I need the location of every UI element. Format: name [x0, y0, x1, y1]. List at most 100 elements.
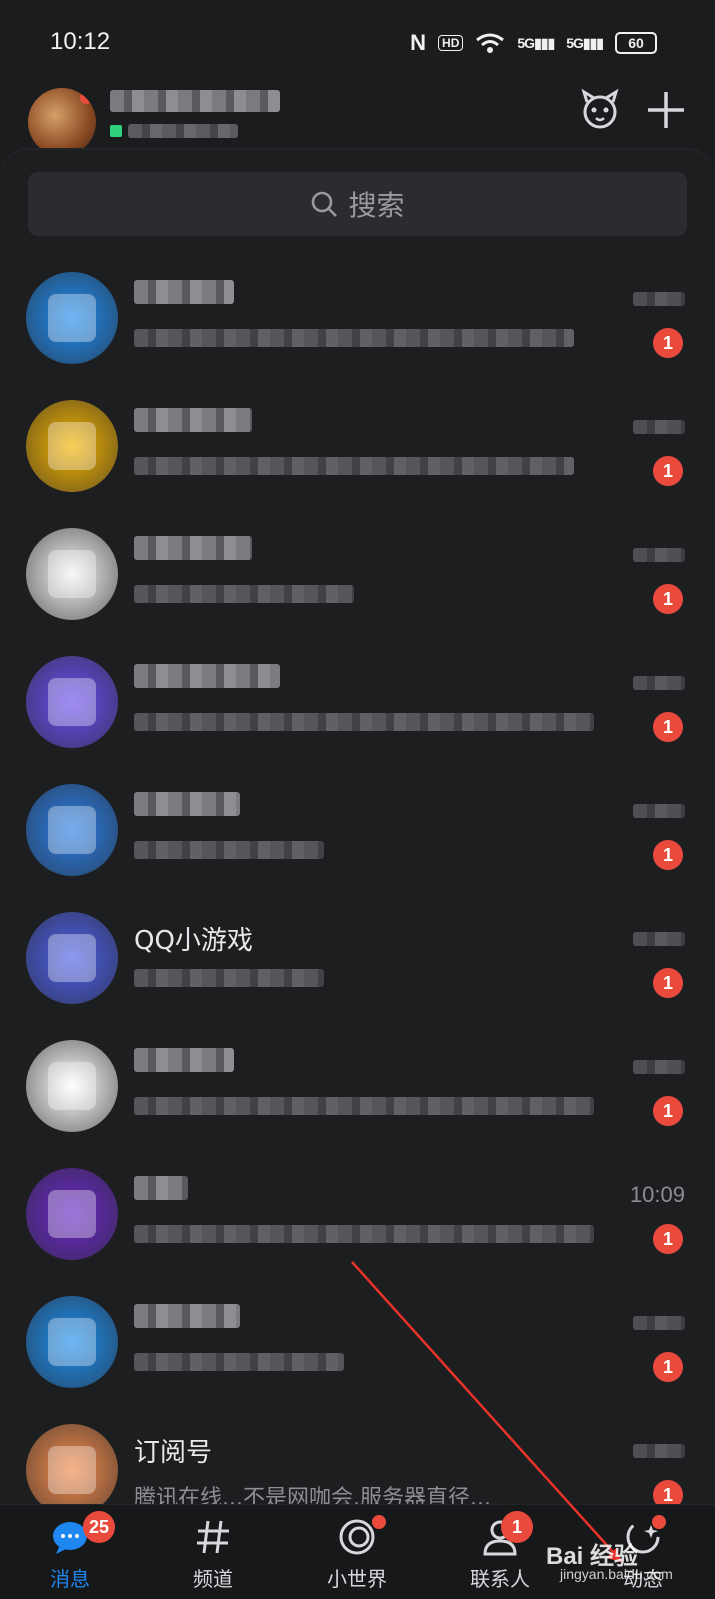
status-icons: N HD 5G▮▮▮ 5G▮▮▮ 60 — [410, 30, 657, 56]
tab-messages-badge: 25 — [83, 1511, 116, 1543]
chat-title — [134, 664, 280, 695]
status-bar: 10:12 N HD 5G▮▮▮ 5G▮▮▮ 60 — [0, 0, 715, 84]
chat-time: 10:09 — [629, 1182, 685, 1207]
tab-messages[interactable]: 25 消息 — [15, 1505, 125, 1599]
chat-avatar-emblem — [48, 1190, 96, 1238]
chat-row[interactable]: 1 — [0, 522, 715, 650]
tab-small-world-dot — [372, 1515, 386, 1529]
tab-contacts-badge: 1 — [501, 1511, 533, 1543]
chat-avatar[interactable] — [26, 400, 118, 492]
chat-row[interactable]: QQ小游戏 1 — [0, 906, 715, 1034]
hash-icon — [197, 1520, 229, 1554]
tab-messages-label: 消息 — [50, 1567, 90, 1591]
chat-avatar[interactable] — [26, 656, 118, 748]
chat-title — [134, 280, 234, 311]
chat-time — [633, 1054, 685, 1080]
search-icon — [312, 191, 338, 217]
chat-avatar-emblem — [48, 934, 96, 982]
unread-badge: 1 — [653, 1096, 683, 1126]
online-status-icon — [110, 125, 122, 137]
chat-avatar-emblem — [48, 422, 96, 470]
chat-title — [134, 536, 252, 567]
status-time: 10:12 — [50, 28, 111, 55]
chat-time — [633, 798, 685, 824]
search-placeholder: 搜索 — [348, 189, 405, 222]
chat-title — [134, 1048, 234, 1079]
profile-name[interactable] — [110, 90, 290, 120]
unread-badge: 1 — [653, 328, 683, 358]
chat-title: QQ小游戏 — [134, 926, 253, 956]
tab-channels[interactable]: 频道 — [158, 1505, 268, 1599]
chat-avatar-emblem — [48, 678, 96, 726]
chat-avatar[interactable] — [26, 784, 118, 876]
chat-time — [633, 670, 685, 696]
chat-time — [633, 542, 685, 568]
pet-face-icon[interactable] — [578, 88, 622, 132]
chat-avatar[interactable] — [26, 1424, 118, 1516]
chat-row[interactable]: 1 — [0, 1290, 715, 1418]
header — [0, 84, 715, 156]
chat-avatar[interactable] — [26, 272, 118, 364]
chat-list: 1 1 1 1 1 QQ小游戏 1 1 10:09 1 1 订阅号 腾讯在线...不是网咖会.服务器直径… — [0, 266, 715, 1546]
chat-time — [633, 1310, 685, 1336]
chat-avatar[interactable] — [26, 1296, 118, 1388]
chat-time — [633, 414, 685, 440]
chat-preview — [134, 712, 594, 737]
chat-row[interactable]: 1 — [0, 266, 715, 394]
tab-small-world[interactable]: 小世界 — [302, 1505, 412, 1599]
chat-time — [633, 926, 685, 952]
chat-row[interactable]: 1 — [0, 1034, 715, 1162]
chat-row[interactable]: 10:09 1 — [0, 1162, 715, 1290]
chat-preview — [134, 968, 324, 993]
chat-preview — [134, 1352, 344, 1377]
chat-avatar[interactable] — [26, 528, 118, 620]
search-bar[interactable]: 搜索 — [28, 172, 687, 236]
signal-icon-2: 5G▮▮▮ — [566, 34, 604, 51]
chat-row[interactable]: 1 — [0, 394, 715, 522]
chat-avatar-emblem — [48, 1062, 96, 1110]
tab-contacts-label: 联系人 — [470, 1567, 530, 1591]
hd-icon: HD — [438, 35, 464, 51]
unread-badge: 1 — [653, 584, 683, 614]
chat-time — [633, 286, 685, 312]
chat-avatar-emblem — [48, 1318, 96, 1366]
wifi-icon — [476, 33, 505, 53]
chat-avatar[interactable] — [26, 912, 118, 1004]
circle-world-icon — [339, 1519, 375, 1555]
chat-avatar[interactable] — [26, 1168, 118, 1260]
profile-status[interactable] — [110, 124, 238, 138]
signal-icon-1: 5G▮▮▮ — [517, 34, 555, 51]
unread-badge: 1 — [653, 1352, 683, 1382]
unread-badge: 1 — [653, 712, 683, 742]
chat-avatar-emblem — [48, 550, 96, 598]
tab-contacts[interactable]: 1 联系人 — [445, 1505, 555, 1599]
chat-row[interactable]: 1 — [0, 778, 715, 906]
chat-title — [134, 1176, 188, 1207]
chat-avatar-emblem — [48, 806, 96, 854]
nfc-icon: N — [410, 30, 427, 55]
chat-avatar-emblem — [48, 1446, 96, 1494]
chat-avatar-emblem — [48, 294, 96, 342]
chat-preview — [134, 584, 354, 609]
chat-preview — [134, 1224, 594, 1249]
unread-badge: 1 — [653, 456, 683, 486]
tab-channels-label: 频道 — [193, 1567, 233, 1591]
chat-row[interactable]: 1 — [0, 650, 715, 778]
chat-title — [134, 792, 240, 823]
plus-icon[interactable] — [646, 90, 686, 130]
chat-avatar[interactable] — [26, 1040, 118, 1132]
chat-time — [633, 1438, 685, 1464]
main-panel: 搜索 1 1 1 1 1 QQ小游戏 1 1 10:09 1 1 订阅号 腾讯在线...不是网咖会.服务… — [0, 150, 715, 1516]
chat-title — [134, 408, 252, 439]
chat-title — [134, 1304, 240, 1335]
unread-badge: 1 — [653, 1224, 683, 1254]
profile-avatar[interactable] — [28, 88, 96, 156]
chat-preview — [134, 456, 574, 481]
chat-preview — [134, 328, 574, 353]
chat-preview — [134, 1096, 594, 1121]
watermark-url: jingyan.baidu.com — [560, 1566, 673, 1582]
tab-feed-dot — [652, 1515, 666, 1529]
tab-small-world-label: 小世界 — [327, 1567, 387, 1591]
chat-title: 订阅号 — [134, 1438, 213, 1468]
unread-badge: 1 — [653, 968, 683, 998]
